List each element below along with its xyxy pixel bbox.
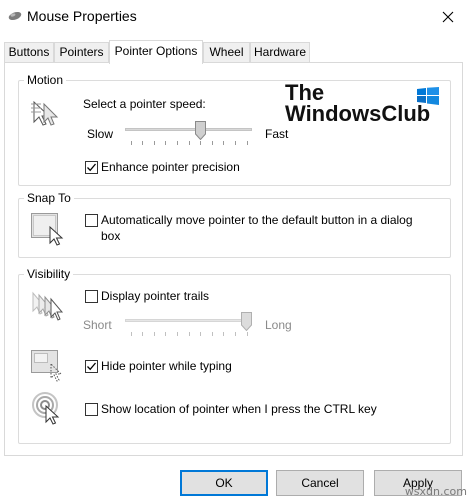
title-bar: Mouse Properties xyxy=(0,0,471,33)
enhance-precision-checkbox[interactable] xyxy=(85,161,98,174)
logo-line1: The xyxy=(285,80,325,105)
tab-panel: Motion Select a pointer speed: Slow Fast… xyxy=(4,62,463,456)
slider-thumb[interactable] xyxy=(195,121,206,140)
hide-pointer-icon xyxy=(31,350,63,382)
short-label: Short xyxy=(83,318,112,332)
ok-button[interactable]: OK xyxy=(180,470,268,496)
slider-thumb[interactable] xyxy=(241,312,252,331)
enhance-precision-label[interactable]: Enhance pointer precision xyxy=(101,160,240,174)
long-label: Long xyxy=(265,318,292,332)
pointer-trails-slider[interactable] xyxy=(125,310,252,336)
show-location-checkbox[interactable] xyxy=(85,403,98,416)
slow-label: Slow xyxy=(87,127,114,141)
close-icon[interactable] xyxy=(442,11,454,23)
snap-to-checkbox[interactable] xyxy=(85,214,98,227)
pointer-speed-slider[interactable] xyxy=(125,119,252,145)
logo-line2: WindowsClub xyxy=(285,101,431,126)
speed-label: Select a pointer speed: xyxy=(83,97,206,111)
slider-track xyxy=(125,319,252,322)
window-title: Mouse Properties xyxy=(27,8,137,24)
mouse-icon xyxy=(8,11,22,21)
pointer-speed-icon xyxy=(31,100,59,126)
visibility-group-label: Visibility xyxy=(24,267,74,281)
pointer-trails-checkbox[interactable] xyxy=(85,290,98,303)
tab-wheel[interactable]: Wheel xyxy=(203,42,250,63)
close-button[interactable] xyxy=(425,0,471,33)
motion-group: Motion Select a pointer speed: Slow Fast… xyxy=(18,73,451,186)
snap-to-icon xyxy=(31,213,64,246)
slider-ticks xyxy=(131,141,248,145)
tab-strip: Buttons Pointers Pointer Options Wheel H… xyxy=(0,40,471,64)
show-location-icon xyxy=(32,392,60,425)
fast-label: Fast xyxy=(265,127,289,141)
tab-pointer-options[interactable]: Pointer Options xyxy=(109,40,203,64)
slider-track xyxy=(125,128,252,131)
checkmark-icon xyxy=(87,163,96,172)
tab-pointers[interactable]: Pointers xyxy=(54,42,109,63)
snap-to-group: Snap To Automatically move pointer to th… xyxy=(18,191,451,258)
snap-to-label-line2[interactable]: box xyxy=(101,229,120,243)
pointer-trails-label[interactable]: Display pointer trails xyxy=(101,289,209,303)
pointer-trails-icon xyxy=(32,291,64,321)
checkmark-icon xyxy=(87,362,96,371)
hide-pointer-label[interactable]: Hide pointer while typing xyxy=(101,359,232,373)
windowsclub-logo: The WindowsClub xyxy=(285,80,439,126)
tab-buttons[interactable]: Buttons xyxy=(4,42,54,63)
hide-pointer-checkbox[interactable] xyxy=(85,360,98,373)
slider-ticks xyxy=(131,332,248,336)
snap-to-group-label: Snap To xyxy=(24,191,74,205)
show-location-label[interactable]: Show location of pointer when I press th… xyxy=(101,402,377,416)
windows-flag-icon xyxy=(417,87,439,105)
snap-to-label-line1[interactable]: Automatically move pointer to the defaul… xyxy=(101,213,413,227)
cancel-button[interactable]: Cancel xyxy=(276,470,364,496)
visibility-group: Visibility Display pointer trails Short … xyxy=(18,267,451,444)
watermark: wsxdn.com xyxy=(404,485,467,498)
tab-hardware[interactable]: Hardware xyxy=(250,42,310,63)
motion-group-label: Motion xyxy=(24,73,67,87)
